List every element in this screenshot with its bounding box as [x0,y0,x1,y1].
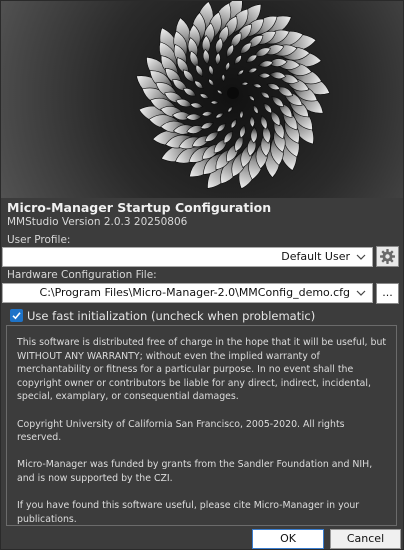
chevron-down-icon [356,254,366,260]
notice-paragraph: Micro-Manager was funded by grants from … [17,459,373,484]
license-notice: This software is distributed free of cha… [6,325,397,526]
hardware-config-select[interactable]: C:\Program Files\Micro-Manager-2.0\MMCon… [2,283,373,303]
user-profile-value: Default User [281,250,350,263]
notice-paragraph: Copyright University of California San F… [17,418,345,444]
ok-button[interactable]: OK [252,529,324,549]
cancel-button[interactable]: Cancel [330,529,401,549]
notice-paragraph: This software is distributed free of cha… [17,337,387,403]
user-profile-select[interactable]: Default User [2,247,373,267]
dialog-title: Micro-Manager Startup Configuration [7,200,272,215]
profile-settings-button[interactable] [376,246,399,267]
splash-image [1,1,403,198]
user-profile-label: User Profile: [7,234,71,246]
chevron-down-icon [356,290,366,296]
hardware-config-value: C:\Program Files\Micro-Manager-2.0\MMCon… [39,286,350,299]
hardware-config-label: Hardware Configuration File: [7,269,157,281]
notice-paragraph: If you have found this software useful, … [17,500,360,525]
aloe-spiral-image [1,1,403,198]
checkmark-icon [12,312,21,320]
browse-config-button[interactable]: ... [376,283,399,304]
fast-init-label: Use fast initialization (uncheck when pr… [27,309,316,323]
startup-dialog: Micro-Manager Startup Configuration MMSt… [0,0,404,550]
version-text: MMStudio Version 2.0.3 20250806 [7,216,188,228]
fast-init-checkbox[interactable] [10,309,23,322]
gear-icon [380,249,395,264]
spiral-center [227,87,239,99]
